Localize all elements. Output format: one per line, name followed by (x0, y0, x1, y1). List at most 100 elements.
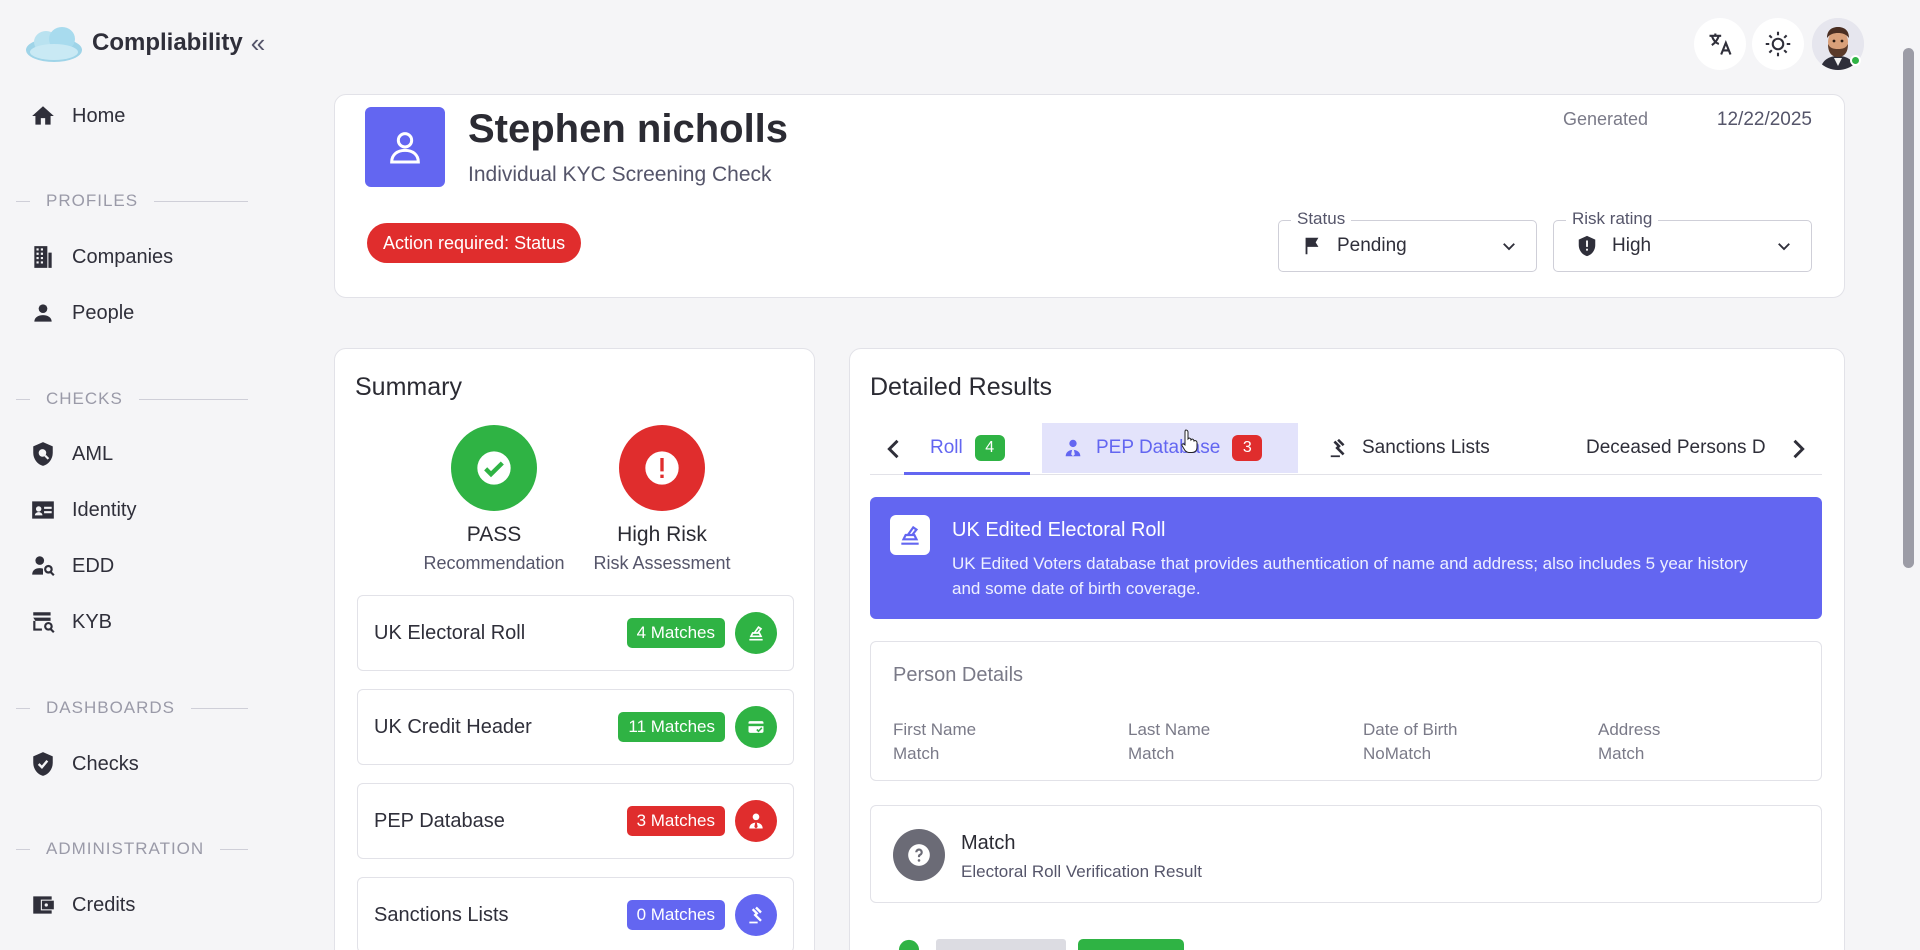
tab-label: Sanctions Lists (1362, 437, 1490, 458)
shield-alert-icon (1578, 235, 1596, 257)
risk-indicator (619, 425, 705, 511)
profile-header-card: Stephen nicholls Individual KYC Screenin… (334, 94, 1845, 298)
chevron-down-icon (1503, 243, 1515, 251)
sidebar-item-home[interactable]: Home (30, 96, 125, 136)
result-subtitle: Electoral Roll Verification Result (961, 862, 1202, 881)
section-checks: CHECKS (16, 389, 248, 409)
sun-icon (1765, 31, 1791, 57)
risk-rating-select[interactable]: Risk rating High (1553, 209, 1812, 272)
sidebar-item-people[interactable]: People (30, 293, 134, 333)
generated-label: Generated (1562, 109, 1648, 129)
active-tab-indicator (904, 472, 1030, 475)
check-icon (477, 451, 511, 485)
tab-count-badge: 3 (1232, 435, 1263, 461)
row-label: UK Electoral Roll (374, 621, 526, 644)
mouse-cursor-icon (1181, 429, 1198, 453)
shield-search-icon (33, 442, 53, 466)
tab-label: Roll (930, 437, 963, 458)
sidebar-item-aml[interactable]: AML (30, 434, 113, 474)
theme-toggle-button[interactable] (1752, 18, 1804, 70)
sidebar-item-checks[interactable]: Checks (30, 744, 139, 784)
section-label: DASHBOARDS (46, 698, 176, 717)
person-outline-icon (390, 132, 420, 164)
summary-row-credit-header[interactable]: UK Credit Header 11 Matches (357, 689, 794, 765)
summary-card: Summary PASS Recommendation High Risk Ri… (334, 348, 815, 950)
chevron-down-icon (1778, 243, 1790, 251)
online-status-indicator (1850, 55, 1861, 66)
id-card-icon (32, 501, 54, 519)
sidebar-item-edd[interactable]: EDD (30, 546, 114, 586)
match-count-badge: 4 Matches (626, 618, 725, 648)
sidebar: Compliability « Home PROFILES Companies … (0, 0, 265, 950)
summary-row-sanctions-lists[interactable]: Sanctions Lists 0 Matches (357, 877, 794, 950)
sidebar-item-label: Companies (72, 245, 174, 268)
action-required-badge[interactable]: Action required: Status (367, 223, 582, 263)
field-value: Match (1128, 744, 1175, 763)
risk-select-label: Risk rating (1566, 209, 1659, 229)
sidebar-item-label: EDD (72, 554, 115, 577)
alert-icon (645, 451, 679, 485)
sidebar-item-credits[interactable]: Credits (30, 885, 135, 925)
sidebar-item-companies[interactable]: Companies (30, 237, 173, 277)
results-tabs: Roll 4 PEP Database 3 Sanctions Lists De… (870, 423, 1822, 475)
collapse-sidebar-icon[interactable]: « (251, 30, 265, 56)
gavel-icon (735, 894, 777, 936)
gavel-icon (1330, 438, 1345, 458)
row-label: PEP Database (374, 809, 505, 832)
summary-row-pep-database[interactable]: PEP Database 3 Matches (357, 783, 794, 859)
field-key: First Name (893, 720, 977, 739)
generated-date: 12/22/2025 (1716, 109, 1812, 130)
app-name: Compliability (92, 29, 243, 56)
person-details-title: Person Details (893, 664, 1024, 686)
tab-deceased-persons[interactable]: Deceased Persons D (1554, 423, 1774, 473)
matches-found-row-partial (870, 939, 1822, 950)
ballot-box-icon (890, 515, 930, 555)
person-avatar (365, 107, 445, 187)
wallet-icon (33, 896, 54, 914)
chevron-left-icon[interactable] (880, 435, 908, 463)
field-last-name: Last Name Match (1128, 720, 1348, 764)
page-title: Stephen nicholls (468, 107, 789, 151)
section-dashboards: DASHBOARDS (16, 698, 248, 718)
sidebar-item-label: Checks (72, 752, 139, 775)
risk-value: High (1612, 235, 1652, 256)
sidebar-item-identity[interactable]: Identity (30, 490, 136, 530)
section-profiles: PROFILES (16, 191, 248, 211)
details-title: Detailed Results (870, 373, 1053, 401)
flag-icon (1305, 237, 1319, 255)
building-icon (34, 246, 52, 268)
field-key: Address (1598, 720, 1661, 739)
chevron-right-icon[interactable] (1784, 435, 1812, 463)
question-icon (893, 829, 945, 881)
sidebar-item-label: Credits (72, 893, 136, 916)
status-select-label: Status (1291, 209, 1352, 229)
summary-row-electoral-roll[interactable]: UK Electoral Roll 4 Matches (357, 595, 794, 671)
brand[interactable]: Compliability « (24, 22, 265, 64)
credit-card-icon (735, 706, 777, 748)
status-value: Pending (1337, 235, 1407, 256)
person-icon (34, 304, 52, 322)
scrollbar-thumb[interactable] (1903, 48, 1914, 568)
section-label: PROFILES (46, 191, 139, 210)
tab-sanctions-lists[interactable]: Sanctions Lists (1308, 423, 1510, 473)
tab-pep-database[interactable]: PEP Database 3 (1042, 423, 1298, 473)
translate-button[interactable] (1694, 18, 1746, 70)
partial-text-placeholder (936, 939, 1066, 950)
match-count-badge: 3 Matches (626, 806, 725, 836)
field-address: Address Match (1598, 720, 1818, 764)
status-select[interactable]: Status Pending (1278, 209, 1537, 272)
store-search-icon (33, 612, 55, 634)
tab-label: PEP Database (1096, 437, 1221, 458)
banner-description: UK Edited Voters database that provides … (952, 554, 1748, 598)
person-details-panel: Person Details First Name Match Last Nam… (870, 641, 1822, 781)
result-title: Match (961, 832, 1016, 854)
sidebar-item-label: KYB (72, 610, 113, 633)
row-label: Sanctions Lists (374, 903, 509, 926)
section-label: ADMINISTRATION (46, 839, 205, 858)
field-date-of-birth: Date of Birth NoMatch (1363, 720, 1583, 764)
tab-label: Deceased Persons D (1586, 437, 1766, 458)
tab-electoral-roll[interactable]: Roll 4 (916, 423, 1019, 473)
person-tie-icon (1065, 439, 1081, 457)
row-label: UK Credit Header (374, 715, 532, 738)
sidebar-item-kyb[interactable]: KYB (30, 602, 112, 642)
